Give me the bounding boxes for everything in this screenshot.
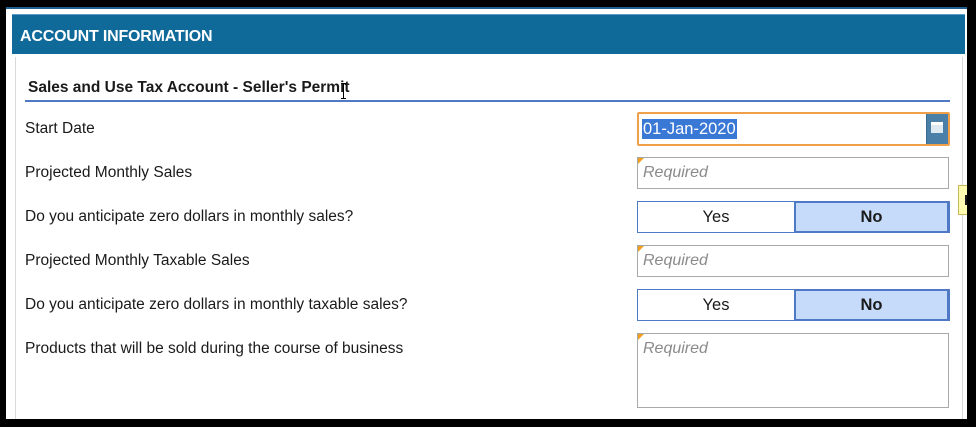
products-sold-placeholder: Required — [643, 340, 708, 357]
section-header: ACCOUNT INFORMATION — [12, 14, 965, 54]
products-sold-textarea[interactable]: Required — [637, 333, 949, 408]
zero-monthly-taxable-sales-toggle[interactable]: Yes No — [637, 289, 950, 321]
required-flag-icon — [638, 334, 644, 340]
section-title: Sales and Use Tax Account - Seller's Per… — [28, 79, 350, 96]
top-border — [6, 7, 967, 9]
products-sold-label: Products that will be sold during the co… — [25, 340, 404, 357]
zero-monthly-sales-no-button[interactable]: No — [794, 201, 949, 233]
calendar-button[interactable] — [926, 114, 948, 144]
projected-monthly-taxable-sales-label: Projected Monthly Taxable Sales — [25, 252, 250, 269]
account-information-panel: ACCOUNT INFORMATION Sales and Use Tax Ac… — [6, 7, 967, 419]
zero-monthly-sales-yes-button[interactable]: Yes — [638, 202, 794, 232]
start-date-field[interactable]: 01-Jan-2020 — [637, 112, 950, 146]
header-title: ACCOUNT INFORMATION — [20, 28, 213, 45]
tooltip-text: F — [964, 192, 967, 209]
zero-monthly-sales-label: Do you anticipate zero dollars in monthl… — [25, 208, 354, 225]
projected-monthly-taxable-sales-placeholder: Required — [643, 252, 708, 269]
validation-tooltip: F — [958, 185, 967, 215]
projected-monthly-taxable-sales-input[interactable]: Required — [637, 245, 949, 277]
required-flag-icon — [638, 158, 644, 164]
start-date-value[interactable]: 01-Jan-2020 — [642, 119, 737, 139]
text-cursor-icon — [341, 83, 346, 99]
calendar-icon — [931, 122, 943, 133]
required-flag-icon — [638, 246, 644, 252]
zero-monthly-taxable-sales-yes-button[interactable]: Yes — [638, 290, 794, 320]
zero-monthly-sales-toggle[interactable]: Yes No — [637, 201, 950, 233]
section-divider — [25, 100, 950, 102]
projected-monthly-sales-label: Projected Monthly Sales — [25, 164, 193, 181]
start-date-label: Start Date — [25, 120, 95, 137]
zero-monthly-taxable-sales-no-button[interactable]: No — [794, 289, 949, 321]
zero-monthly-taxable-sales-label: Do you anticipate zero dollars in monthl… — [25, 296, 408, 313]
projected-monthly-sales-input[interactable]: Required — [637, 157, 949, 189]
projected-monthly-sales-placeholder: Required — [643, 164, 708, 181]
